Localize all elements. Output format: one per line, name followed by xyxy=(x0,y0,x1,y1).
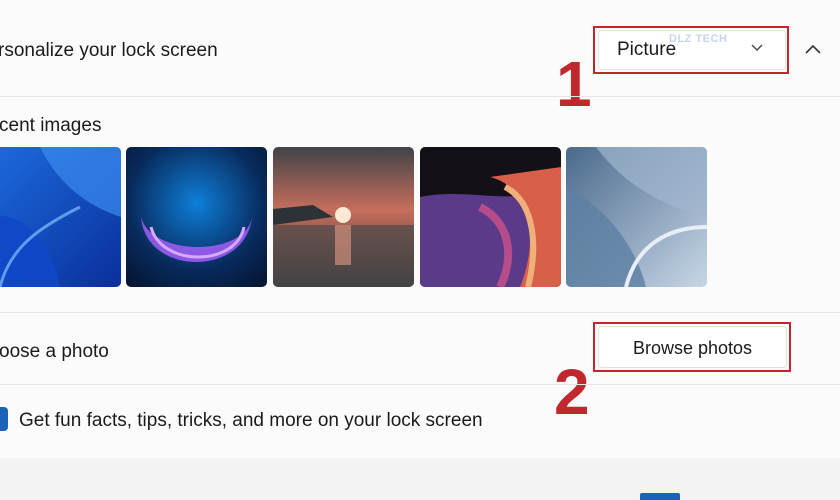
fun-facts-checkbox[interactable] xyxy=(0,407,8,431)
recent-image-4[interactable] xyxy=(420,147,561,287)
divider xyxy=(0,384,840,385)
divider xyxy=(0,312,840,313)
recent-image-5[interactable] xyxy=(566,147,707,287)
choose-photo-label: oose a photo xyxy=(0,341,109,362)
chevron-up-icon xyxy=(805,44,821,54)
annotation-box-1 xyxy=(593,26,789,74)
annotation-box-2 xyxy=(593,322,791,372)
collapse-button[interactable] xyxy=(795,32,831,68)
recent-image-2[interactable] xyxy=(126,147,267,287)
recent-image-1[interactable] xyxy=(0,147,121,287)
annotation-number-1: 1 xyxy=(556,48,592,120)
next-setting-row xyxy=(0,458,840,500)
fun-facts-label: Get fun facts, tips, tricks, and more on… xyxy=(19,410,483,431)
toggle-partial[interactable] xyxy=(640,493,680,500)
personalize-lock-screen-title: rsonalize your lock screen xyxy=(0,40,218,61)
annotation-number-2: 2 xyxy=(554,356,590,428)
recent-images-label: cent images xyxy=(0,115,102,136)
divider xyxy=(0,96,840,97)
lock-screen-settings-panel: rsonalize your lock screen Picture DLZ T… xyxy=(0,0,840,500)
recent-image-3[interactable] xyxy=(273,147,414,287)
